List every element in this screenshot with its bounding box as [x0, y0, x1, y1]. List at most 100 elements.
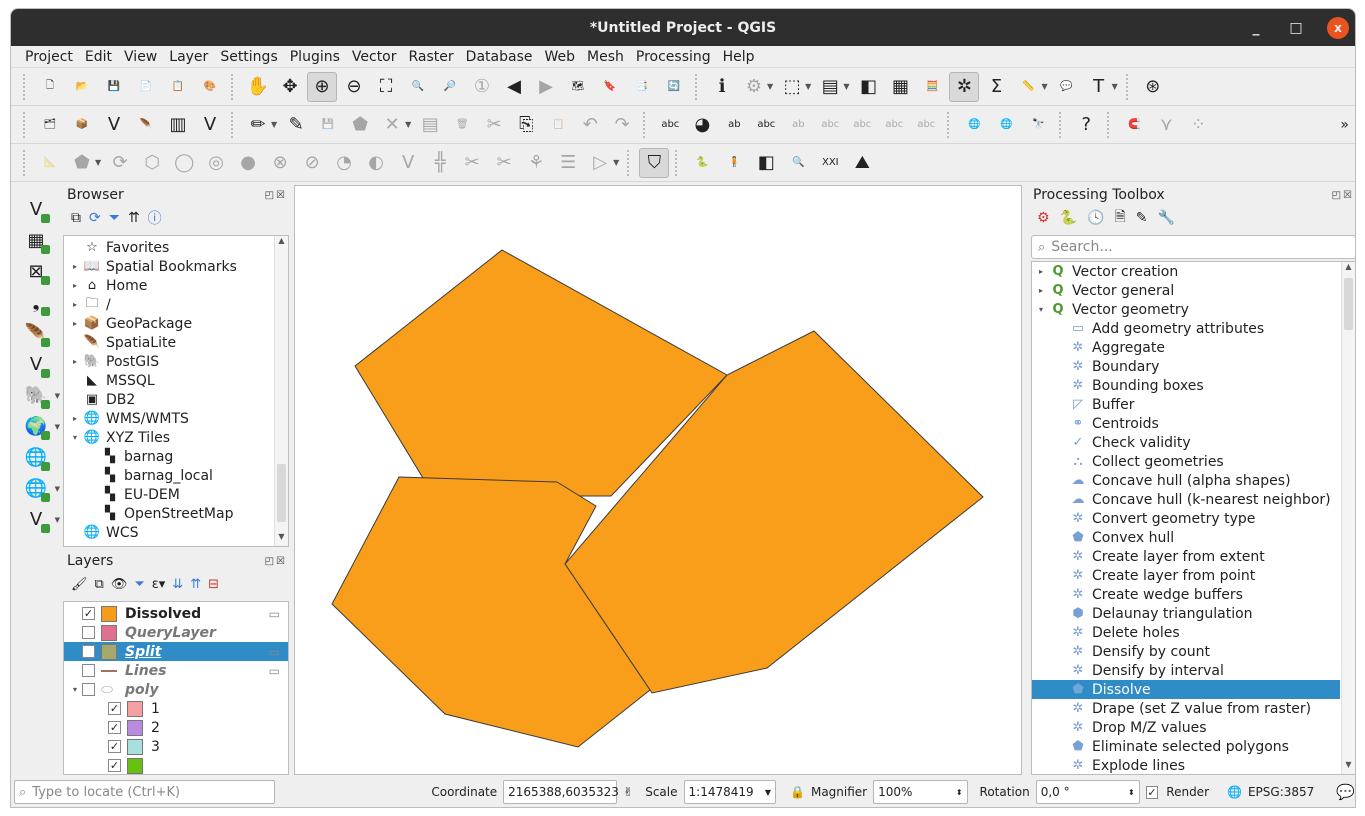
expand-all-icon[interactable]: ⇊ — [172, 577, 183, 592]
add-raster-layer-icon[interactable]: ▦ — [16, 227, 56, 254]
embedded-layer-indicator-icon[interactable]: ▭ — [269, 664, 280, 678]
menu-vector[interactable]: Vector — [346, 49, 403, 65]
toolbar-grip[interactable] — [23, 73, 29, 100]
zoom-native-icon[interactable]: ① — [467, 72, 497, 102]
collapse-all-icon[interactable]: ⇈ — [190, 577, 201, 592]
zoom-to-selection-icon[interactable]: 🔍 — [403, 72, 433, 102]
new-temp-layer-icon[interactable]: ▥ — [163, 110, 193, 140]
dropdown-arrow-icon[interactable]: ▼ — [843, 82, 849, 91]
add-wcs-layer-icon[interactable]: 🌐 — [16, 444, 56, 471]
add-wfs-layer-icon[interactable]: 🌐 ▼ — [16, 475, 60, 502]
toolbox-algorithm[interactable]: ▭ Add geometry attributes — [1032, 319, 1340, 338]
toolbar-grip[interactable] — [23, 111, 29, 138]
expand-arrow-icon[interactable]: ▾ — [1034, 305, 1048, 314]
toolbox-algorithm[interactable]: ⛬ Collect geometries — [1032, 452, 1340, 471]
paste-features-icon[interactable]: 📋 — [543, 110, 573, 140]
deselect-icon[interactable]: ◧ — [853, 72, 883, 102]
move-feature-icon[interactable]: ⬟ — [67, 148, 97, 178]
layer-item[interactable]: ▾ ⬭ poly — [64, 680, 288, 699]
search-wms-icon[interactable]: 🌐 — [991, 110, 1021, 140]
expand-arrow-icon[interactable]: ▾ — [68, 433, 82, 442]
lock-scale-icon[interactable]: 🔒 — [790, 785, 805, 799]
map-swipe-icon[interactable]: ◧ — [751, 148, 781, 178]
layer-visibility-checkbox[interactable]: ✓ — [108, 759, 121, 772]
history-icon[interactable]: 🕓 — [1087, 210, 1104, 226]
refresh-icon[interactable]: 🔄 — [659, 72, 689, 102]
layer-visibility-checkbox[interactable] — [82, 626, 95, 639]
magnifier-spinbox[interactable]: 100% ⬍ — [873, 780, 968, 804]
remove-layer-icon[interactable]: ⊟ — [208, 577, 219, 592]
toolbox-algorithm[interactable]: ✓ Check validity — [1032, 433, 1340, 452]
add-part-icon[interactable]: ◎ — [201, 148, 231, 178]
current-edits-icon[interactable]: ✏ — [243, 110, 273, 140]
simplify-icon[interactable]: ⬡ — [137, 148, 167, 178]
toolbox-algorithm[interactable]: ✲ Delete holes — [1032, 623, 1340, 642]
menu-settings[interactable]: Settings — [214, 49, 283, 65]
toolbox-group[interactable]: ▾ Q Vector geometry — [1032, 300, 1355, 319]
menu-help[interactable]: Help — [717, 49, 761, 65]
edit-features-in-place-icon[interactable]: ✎ — [1136, 210, 1148, 226]
menu-edit[interactable]: Edit — [79, 49, 118, 65]
add-mesh-layer-icon[interactable]: ⊠ — [16, 258, 56, 285]
browser-item[interactable]: ▾ 🌐 XYZ Tiles — [64, 428, 288, 447]
browser-item[interactable]: ▸ 🗀 / — [64, 295, 288, 314]
map-canvas[interactable] — [294, 185, 1022, 775]
add-wms-layer-icon[interactable]: 🌍 ▼ — [16, 413, 60, 440]
render-checkbox[interactable]: ✓ — [1145, 785, 1159, 799]
layer-item[interactable]: ✓ 3 — [64, 737, 288, 756]
browser-item[interactable]: ☆ Favorites — [64, 238, 288, 257]
zoom-last-icon[interactable]: ◀ — [499, 72, 529, 102]
embedded-layer-indicator-icon[interactable]: ▭ — [269, 645, 280, 659]
attribute-table-icon[interactable]: ▦ — [885, 72, 915, 102]
tracing-icon[interactable]: ⁘ — [1183, 110, 1213, 140]
add-polygon-icon[interactable]: ⬟ — [345, 110, 375, 140]
toolbox-algorithm[interactable]: ☁ Concave hull (k-nearest neighbor) — [1032, 490, 1340, 509]
toggle-extents-icon[interactable]: ✌ — [623, 785, 633, 799]
add-group-icon[interactable]: ⧉ — [95, 577, 104, 592]
toolbox-algorithm[interactable]: ⚭ Centroids — [1032, 414, 1340, 433]
browser-item[interactable]: ▸ 🐘 PostGIS — [64, 352, 288, 371]
delete-ring-icon[interactable]: ⊗ — [265, 148, 295, 178]
new-map-view-icon[interactable]: 🗺 — [563, 72, 593, 102]
layer-item[interactable]: ✓ Dissolved ▭ — [64, 604, 288, 623]
menu-view[interactable]: View — [118, 49, 163, 65]
browser-item[interactable]: ▚ barnag_local — [64, 466, 288, 485]
dropdown-arrow-icon[interactable]: ▼ — [271, 120, 277, 129]
menu-raster[interactable]: Raster — [403, 49, 460, 65]
browser-item[interactable]: ▸ 📦 GeoPackage — [64, 314, 288, 333]
toolbox-algorithm[interactable]: ✲ Drape (set Z value from raster) — [1032, 699, 1340, 718]
topology-icon[interactable]: ⋎ — [1151, 110, 1181, 140]
layer-labeling-icon[interactable]: abc — [655, 110, 685, 140]
add-spatialite-layer-icon[interactable]: 🪶 — [16, 320, 56, 347]
layer-visibility-checkbox[interactable]: ✓ — [82, 607, 95, 620]
toolbox-algorithm[interactable]: ✲ Drop M/Z values — [1032, 718, 1340, 737]
close-button[interactable]: x — [1327, 16, 1349, 39]
fill-ring-icon[interactable]: ● — [233, 148, 263, 178]
maximize-button[interactable]: □ — [1287, 20, 1305, 36]
browser-item[interactable]: 🌐 WCS — [64, 523, 288, 542]
cut-features-icon[interactable]: ✂ — [479, 110, 509, 140]
rotate-point-symbols-icon[interactable]: ☰ — [553, 148, 583, 178]
toolbox-algorithm[interactable]: ✲ Create wedge buffers — [1032, 585, 1340, 604]
rotate-feature-icon[interactable]: ⟳ — [105, 148, 135, 178]
scripts-icon[interactable]: 🐍 — [1060, 210, 1077, 226]
locator-search-field[interactable]: ⌕ Type to locate (Ctrl+K) — [14, 780, 276, 804]
add-virtual-layer-icon[interactable]: V — [16, 351, 56, 378]
browser-item[interactable]: ▚ barnag — [64, 447, 288, 466]
highlight-pinned-labels-icon[interactable]: abc — [751, 110, 781, 140]
toolbar-grip[interactable] — [23, 149, 29, 176]
layer-item[interactable]: QueryLayer — [64, 623, 288, 642]
identify-icon[interactable]: ℹ — [707, 72, 737, 102]
split-features-icon[interactable]: ╬ — [425, 148, 455, 178]
new-virtual-layer-icon[interactable]: V — [195, 110, 225, 140]
pin-labels-icon[interactable]: ab — [719, 110, 749, 140]
browser-item[interactable]: ▸ ⌂ Home — [64, 276, 288, 295]
new-project-icon[interactable]: 🗋 — [35, 72, 65, 102]
show-bookmarks-icon[interactable]: 📑 — [627, 72, 657, 102]
embedded-layer-indicator-icon[interactable]: ▭ — [269, 607, 280, 621]
toggle-editing-icon[interactable]: ✎ — [281, 110, 311, 140]
browser-item[interactable]: ▸ 🌐 WMS/WMTS — [64, 409, 288, 428]
advanced-digitizing-icon[interactable]: 📐 — [35, 148, 65, 178]
terrain-plugin-icon[interactable]: ⛰ — [847, 148, 877, 178]
map-tips-icon[interactable]: 💬 — [1052, 72, 1082, 102]
